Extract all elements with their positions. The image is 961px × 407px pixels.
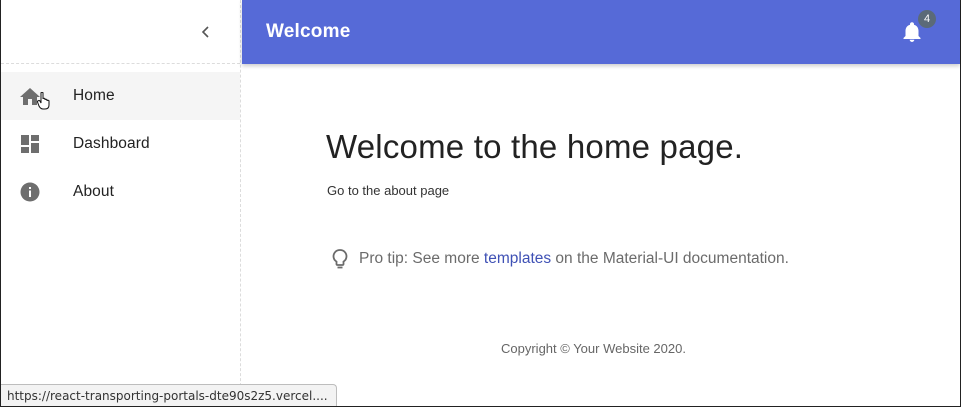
about-page-link[interactable]: Go to the about page — [327, 183, 449, 198]
main-content: Welcome to the home page. Go to the abou… — [242, 64, 960, 406]
tip-text-suffix: on the Material-UI documentation. — [551, 250, 789, 267]
pro-tip: Pro tip: See more templates on the Mater… — [330, 248, 789, 270]
templates-link[interactable]: templates — [484, 250, 551, 268]
sidebar-item-about[interactable]: About — [1, 168, 240, 216]
dashboard-icon — [18, 132, 42, 156]
status-bar-url: https://react-transporting-portals-dte90… — [1, 384, 337, 406]
page-title: Welcome — [266, 21, 351, 42]
sidebar-item-home[interactable]: Home — [1, 72, 240, 120]
app-bar: Welcome 4 — [242, 0, 960, 64]
chevron-left-icon — [201, 26, 209, 38]
collapse-sidebar-button[interactable] — [192, 18, 220, 46]
sidebar-item-label: Home — [73, 87, 115, 104]
app-window: Home Dashboard About Welcome 4 Welcome t… — [0, 0, 961, 407]
sidebar-item-label: Dashboard — [73, 135, 150, 152]
notification-badge: 4 — [918, 10, 936, 28]
info-icon — [18, 180, 42, 204]
sidebar-item-dashboard[interactable]: Dashboard — [1, 120, 240, 168]
sidebar-header — [1, 0, 240, 64]
lightbulb-icon — [332, 249, 348, 269]
sidebar-item-label: About — [73, 183, 115, 200]
sidebar: Home Dashboard About — [1, 0, 241, 406]
sidebar-nav: Home Dashboard About — [1, 64, 240, 216]
copyright-text: Copyright © Your Website 2020. — [501, 341, 686, 356]
main-heading: Welcome to the home page. — [326, 128, 744, 165]
tip-text-prefix: Pro tip: See more — [359, 250, 484, 267]
pointer-cursor-icon — [37, 92, 50, 110]
